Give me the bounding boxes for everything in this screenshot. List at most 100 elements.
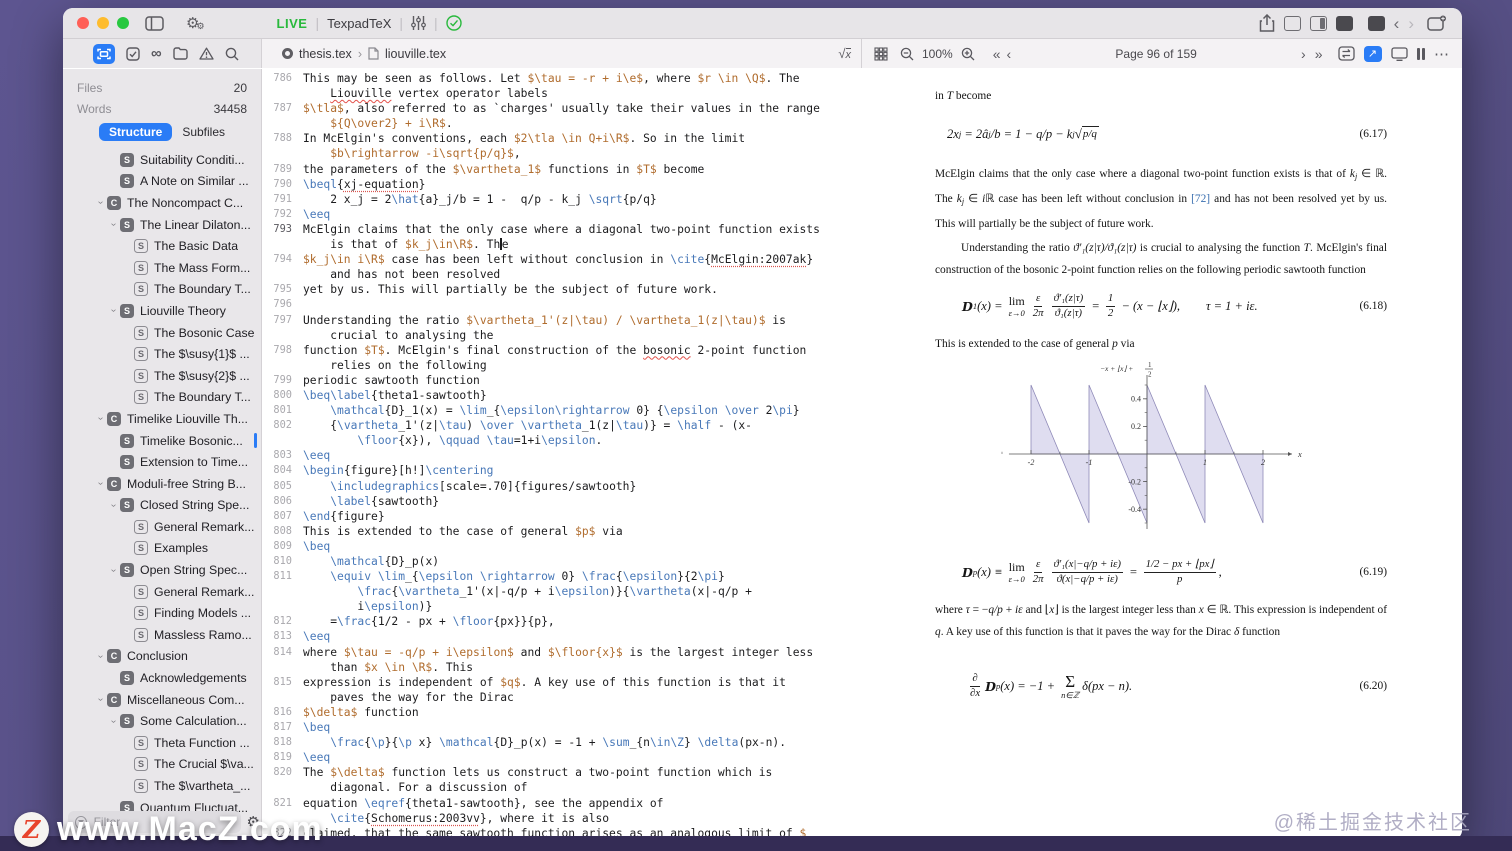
math-symbols-button[interactable]: √x <box>838 46 851 61</box>
minimize-window-button[interactable] <box>97 17 109 29</box>
editor-line[interactable]: 796 <box>262 297 862 312</box>
editor-line[interactable]: 791 2 x_j = 2\hat{a}_j/b = 1 - q/p - k_j… <box>262 192 862 207</box>
last-page-icon[interactable]: » <box>1315 46 1323 62</box>
chevron-down-icon[interactable] <box>94 651 107 662</box>
editor-line[interactable]: 805 \includegraphics[scale=.70]{figures/… <box>262 479 862 494</box>
editor-line[interactable]: 788 In McElgin's conventions, each $2\tla… <box>262 131 862 146</box>
pause-typeset-icon[interactable] <box>1416 47 1425 60</box>
tree-item[interactable]: S The $\vartheta_... <box>63 775 261 797</box>
editor-line[interactable]: 808 This is extended to the case of gener… <box>262 524 862 539</box>
tree-item[interactable]: S Closed String Spe... <box>63 495 261 517</box>
layout-split-view-button[interactable] <box>1309 15 1327 31</box>
tree-item[interactable]: C Conclusion <box>63 646 261 668</box>
editor-line[interactable]: \frac{\vartheta_1'(x|-q/p + i\epsilon)}{… <box>262 584 862 599</box>
editor-line[interactable]: 810 \mathcal{D}_p(x) <box>262 554 862 569</box>
editor-line[interactable]: i\epsilon)} <box>262 599 862 614</box>
breadcrumb-file[interactable]: liouville.tex <box>385 47 446 61</box>
editor-line[interactable]: paves the way for the Dirac <box>262 690 862 705</box>
editor-line[interactable]: 801 \mathcal{D}_1(x) = \lim_{\epsilon\ri… <box>262 403 862 418</box>
search-icon[interactable] <box>225 47 239 61</box>
close-window-button[interactable] <box>77 17 89 29</box>
editor-line[interactable]: 818 \frac{\p}{\p x} \mathcal{D}_p(x) = -… <box>262 735 862 750</box>
more-options-icon[interactable]: ⋯ <box>1434 45 1450 63</box>
zoom-in-icon[interactable] <box>961 47 975 61</box>
folder-icon[interactable] <box>173 47 188 60</box>
page-indicator[interactable]: Page 96 of 159 <box>1011 47 1301 61</box>
editor-line[interactable]: 815 expression is independent of $q$. A k… <box>262 675 862 690</box>
tree-item[interactable]: S The Basic Data <box>63 235 261 257</box>
todo-checkbox-icon[interactable] <box>126 46 140 61</box>
editor-line[interactable]: 797 Understanding the ratio $\vartheta_1'… <box>262 313 862 328</box>
chevron-down-icon[interactable] <box>107 716 120 727</box>
editor-line[interactable]: 803 \eeq <box>262 448 862 463</box>
history-back-icon[interactable]: ‹ <box>1394 15 1400 32</box>
tree-item[interactable]: C Timelike Liouville Th... <box>63 408 261 430</box>
zoom-level-label[interactable]: 100% <box>922 47 953 61</box>
editor-lines[interactable]: 786 This may be seen as follows. Let $\ta… <box>262 71 862 840</box>
tree-item[interactable]: S General Remark... <box>63 516 261 538</box>
editor-line[interactable]: 814 where $\tau = -q/p + i\epsilon$ and $… <box>262 645 862 660</box>
tree-item[interactable]: C Miscellaneous Com... <box>63 689 261 711</box>
editor-line[interactable]: \floor{x}), \qquad \tau=1+i\epsilon. <box>262 433 862 448</box>
layout-editor-only-button[interactable] <box>1283 15 1301 31</box>
tree-item[interactable]: S Timelike Bosonic... <box>63 430 261 452</box>
tree-item[interactable]: S Suitability Conditi... <box>63 149 261 171</box>
chevron-down-icon[interactable] <box>107 305 120 316</box>
chevron-down-icon[interactable] <box>107 219 120 230</box>
tree-item[interactable]: S The $\susy{2}$ ... <box>63 365 261 387</box>
share-icon[interactable] <box>1259 13 1275 33</box>
editor-line[interactable]: 795 yet by us. This will partially be the… <box>262 282 862 297</box>
editor-line[interactable]: 813 \eeq <box>262 629 862 644</box>
editor-line[interactable]: and has not been resolved <box>262 267 862 282</box>
tree-item[interactable]: S Massless Ramo... <box>63 624 261 646</box>
editor-line[interactable]: than $x \in \R$. This <box>262 660 862 675</box>
editor-line[interactable]: 811 \equiv \lim_{\epsilon \rightarrow 0}… <box>262 569 862 584</box>
warnings-icon[interactable] <box>199 47 214 60</box>
live-typeset-label[interactable]: LIVE <box>277 16 308 31</box>
editor-line[interactable]: 802 {\vartheta_1'(z|\tau) \over \varthet… <box>262 418 862 433</box>
editor-line[interactable]: ${Q\over2} + i\R$. <box>262 116 862 131</box>
tree-item[interactable]: S The Boundary T... <box>63 279 261 301</box>
chevron-down-icon[interactable] <box>94 197 107 208</box>
tree-item[interactable]: S Some Calculation... <box>63 710 261 732</box>
presentation-display-icon[interactable] <box>1390 46 1408 61</box>
editor-line[interactable]: 809 \beq <box>262 539 862 554</box>
jump-to-source-icon[interactable]: ↗ <box>1363 45 1382 62</box>
focus-mode-button[interactable] <box>1367 15 1385 31</box>
editor-line[interactable]: 790 \beql{xj-equation} <box>262 177 862 192</box>
editor-line[interactable]: 789 the parameters of the $\vartheta_1$ f… <box>262 162 862 177</box>
typeset-settings-gears-icon[interactable]: ⚙ ⚙ <box>186 13 205 33</box>
sync-source-icon[interactable] <box>1337 46 1355 61</box>
layout-pdf-only-button[interactable] <box>1335 15 1353 31</box>
source-editor[interactable]: 786 This may be seen as follows. Let $\ta… <box>262 69 862 840</box>
editor-line[interactable]: 799 periodic sawtooth function <box>262 373 862 388</box>
editor-line[interactable]: 817 \beq <box>262 720 862 735</box>
first-page-icon[interactable]: « <box>993 46 1001 62</box>
tree-item[interactable]: S The Crucial $\va... <box>63 754 261 776</box>
tree-item[interactable]: S Acknowledgements <box>63 667 261 689</box>
breadcrumb-root[interactable]: thesis.tex <box>299 47 352 61</box>
editor-line[interactable]: 793 McElgin claims that the only case whe… <box>262 222 862 237</box>
chevron-down-icon[interactable] <box>94 478 107 489</box>
editor-line[interactable]: 800 \beq\label{theta1-sawtooth} <box>262 388 862 403</box>
editor-line[interactable]: 794 $k_j\in i\R$ case has been left witho… <box>262 252 862 267</box>
editor-line[interactable]: 821 equation \eqref{theta1-sawtooth}, see… <box>262 796 862 811</box>
tree-item[interactable]: S Extension to Time... <box>63 451 261 473</box>
typeset-options-sliders-icon[interactable] <box>411 13 426 33</box>
zoom-window-button[interactable] <box>117 17 129 29</box>
tree-item[interactable]: S The Mass Form... <box>63 257 261 279</box>
tab-structure[interactable]: Structure <box>98 123 173 141</box>
tree-item[interactable]: S The Boundary T... <box>63 387 261 409</box>
tree-item[interactable]: S The $\susy{1}$ ... <box>63 343 261 365</box>
chevron-down-icon[interactable] <box>94 694 107 705</box>
editor-line[interactable]: Liouville vertex operator labels <box>262 86 862 101</box>
new-window-icon[interactable] <box>1427 13 1446 33</box>
tab-subfiles[interactable]: Subfiles <box>182 125 225 139</box>
tree-item[interactable]: S Open String Spec... <box>63 559 261 581</box>
tree-item[interactable]: S Examples <box>63 538 261 560</box>
tree-item[interactable]: S The Linear Dilaton... <box>63 214 261 236</box>
editor-line[interactable]: 820 The $\delta$ function lets us constru… <box>262 765 862 780</box>
typeset-engine-label[interactable]: TexpadTeX <box>327 16 391 31</box>
editor-line[interactable]: 786 This may be seen as follows. Let $\ta… <box>262 71 862 86</box>
editor-line[interactable]: is that of $k_j\in\R$. Th e <box>262 237 862 252</box>
